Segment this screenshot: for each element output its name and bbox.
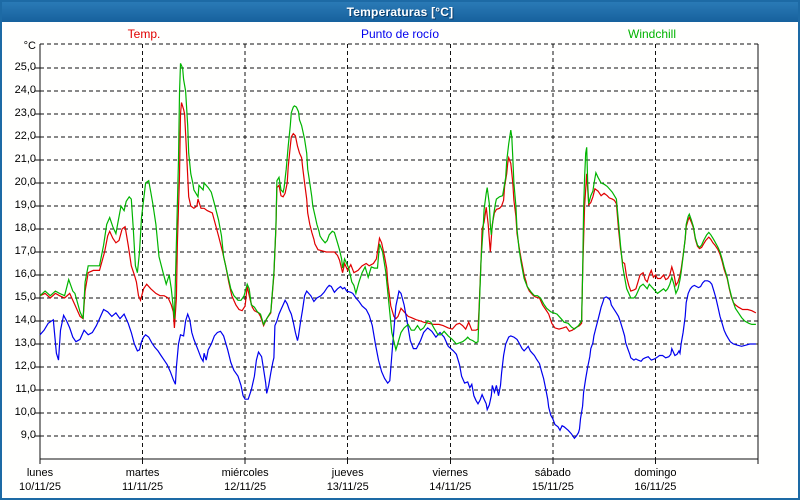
y-tick-label-20,0: 20,0 xyxy=(4,176,36,188)
x-date-label-domingo: 16/11/25 xyxy=(600,481,710,493)
x-day-label-miércoles: miércoles xyxy=(190,467,300,479)
window-title: Temperaturas [°C] xyxy=(347,5,454,19)
y-tick-label-22,0: 22,0 xyxy=(4,130,36,142)
x-day-label-domingo: domingo xyxy=(600,467,710,479)
punto-de-roc-o-curve xyxy=(40,281,756,439)
chart-content-area: Temp. Punto de rocío Windchill °C 25,0 24… xyxy=(2,22,798,498)
x-date-label-martes: 11/11/25 xyxy=(88,481,198,493)
y-tick-label-19,0: 19,0 xyxy=(4,199,36,211)
y-tick-label-24,0: 24,0 xyxy=(4,84,36,96)
window-titlebar[interactable]: Temperaturas [°C] xyxy=(2,2,798,22)
temperature-chart xyxy=(2,22,798,498)
y-tick-label-17,0: 17,0 xyxy=(4,245,36,257)
y-tick-label-11,0: 11,0 xyxy=(4,383,36,395)
x-date-label-jueves: 13/11/25 xyxy=(293,481,403,493)
x-date-label-miércoles: 12/11/25 xyxy=(190,481,300,493)
y-tick-label-10,0: 10,0 xyxy=(4,406,36,418)
x-day-label-martes: martes xyxy=(88,467,198,479)
y-tick-label-12,0: 12,0 xyxy=(4,360,36,372)
x-date-label-viernes: 14/11/25 xyxy=(395,481,505,493)
y-axis-unit-label: °C xyxy=(4,40,36,52)
x-date-label-lunes: 10/11/25 xyxy=(0,481,95,493)
y-tick-label-14,0: 14,0 xyxy=(4,314,36,326)
x-day-label-lunes: lunes xyxy=(0,467,95,479)
y-tick-label-21,0: 21,0 xyxy=(4,153,36,165)
windchill-curve xyxy=(40,63,756,349)
legend-dew-point: Punto de rocío xyxy=(361,27,439,41)
y-tick-label-13,0: 13,0 xyxy=(4,337,36,349)
y-tick-label-15,0: 15,0 xyxy=(4,291,36,303)
x-day-label-viernes: viernes xyxy=(395,467,505,479)
y-tick-label-9,0: 9,0 xyxy=(4,429,36,441)
legend-windchill: Windchill xyxy=(628,27,676,41)
y-tick-label-25,0: 25,0 xyxy=(4,61,36,73)
legend-temp: Temp. xyxy=(128,27,161,41)
y-tick-label-18,0: 18,0 xyxy=(4,222,36,234)
x-day-label-sábado: sábado xyxy=(498,467,608,479)
x-date-label-sábado: 15/11/25 xyxy=(498,481,608,493)
y-tick-label-23,0: 23,0 xyxy=(4,107,36,119)
x-day-label-jueves: jueves xyxy=(293,467,403,479)
weather-chart-window: Temperaturas [°C] Temp. Punto de rocío W… xyxy=(0,0,800,500)
y-tick-label-16,0: 16,0 xyxy=(4,268,36,280)
